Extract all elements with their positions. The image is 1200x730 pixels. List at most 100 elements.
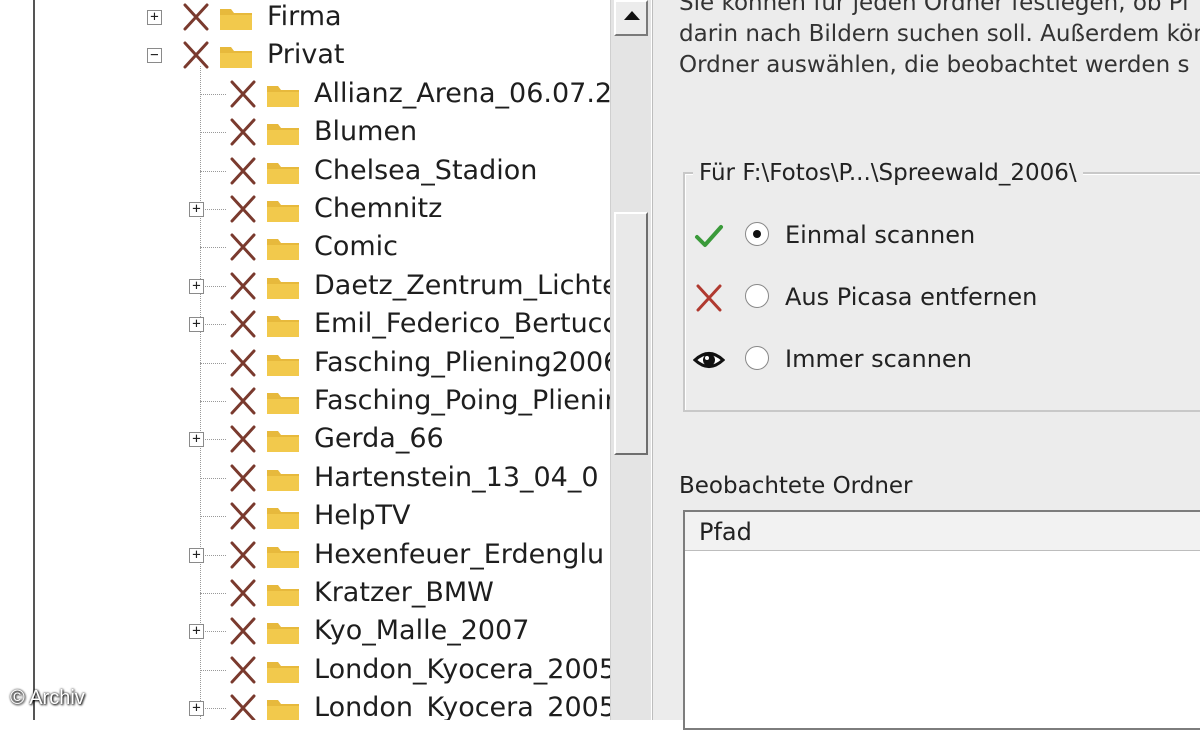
tree-item[interactable]: HelpTV — [35, 497, 610, 535]
expand-toggle[interactable]: + — [189, 624, 204, 640]
tree-item[interactable]: Hartenstein_13_04_0 — [35, 459, 610, 497]
tree-item-label: Privat — [267, 39, 345, 71]
folder-icon — [267, 239, 299, 261]
tree-item-label: Chemnitz — [314, 193, 443, 224]
tree-item[interactable]: Comic — [35, 228, 610, 266]
folder-icon — [267, 469, 299, 491]
tree-item-label: Fasching_Pliening2006 — [314, 346, 610, 378]
excluded-x-icon — [230, 502, 256, 530]
tree-item-label: Hartenstein_13_04_0 — [314, 461, 599, 493]
column-header-path[interactable]: Pfad — [685, 512, 1200, 551]
tree-item[interactable]: + Daetz_Zentrum_Lichte — [35, 267, 610, 305]
excluded-x-icon — [230, 617, 256, 645]
tree-guide-line — [200, 170, 226, 172]
tree-item[interactable]: + London_Kyocera_2005 — [35, 689, 610, 720]
excluded-x-icon — [230, 349, 256, 377]
tree-item[interactable]: + Kyo_Malle_2007 — [35, 612, 610, 650]
folder-tree[interactable]: + Firma − Privat Allianz_Arena_06.07.2 Blumen… — [35, 0, 610, 720]
tree-item-label: Chelsea_Stadion — [314, 154, 538, 186]
expand-toggle[interactable]: − — [147, 48, 162, 64]
tree-item-label: Kratzer_BMW — [314, 577, 494, 608]
folder-icon — [267, 124, 299, 146]
excluded-x-icon — [230, 310, 256, 338]
tree-guide-line — [200, 362, 226, 364]
radio-always-scan[interactable] — [745, 346, 769, 370]
tree-item[interactable]: Chelsea_Stadion — [35, 152, 610, 190]
tree-item-label: Hexenfeuer_Erdenglu — [314, 538, 605, 570]
option-always-scan[interactable]: Immer scannen — [693, 342, 1173, 376]
folder-icon — [267, 316, 299, 338]
tree-item[interactable]: Kratzer_BMW — [35, 574, 610, 612]
description-text: Sie können für jeden Ordner festlegen, o… — [679, 0, 1200, 81]
folder-icon — [267, 700, 299, 720]
tree-guide-line — [200, 516, 226, 518]
description-line: Sie können für jeden Ordner festlegen, o… — [679, 0, 1189, 16]
folder-options-panel: Sie können für jeden Ordner festlegen, o… — [652, 0, 1200, 730]
excluded-x-icon — [230, 464, 256, 492]
tree-guide-line — [200, 477, 226, 479]
excluded-x-icon — [230, 272, 256, 300]
checkmark-icon — [695, 225, 723, 247]
folder-icon — [267, 508, 299, 530]
excluded-x-icon — [230, 656, 256, 684]
expand-toggle[interactable]: + — [189, 701, 204, 717]
tree-item[interactable]: London_Kyocera_2005 — [35, 651, 610, 689]
expand-toggle[interactable]: + — [189, 278, 204, 294]
tree-guide-line — [200, 669, 226, 671]
tree-item[interactable]: Fasching_Poing_Plienir — [35, 382, 610, 420]
tree-item[interactable]: Fasching_Pliening2006 — [35, 344, 610, 382]
tree-guide-line — [200, 401, 226, 402]
expand-toggle[interactable]: + — [189, 317, 204, 333]
tree-guide-line — [200, 93, 226, 95]
excluded-x-icon — [230, 694, 256, 720]
tree-item-label: Kyo_Malle_2007 — [314, 615, 530, 647]
tree-item[interactable]: − Privat — [35, 36, 610, 74]
folder-icon — [267, 85, 299, 107]
scroll-thumb[interactable] — [614, 212, 648, 455]
tree-item-label: Firma — [267, 1, 342, 32]
folder-icon — [267, 393, 299, 414]
tree-item[interactable]: + Gerda_66 — [35, 420, 610, 458]
folder-icon — [267, 431, 299, 453]
excluded-x-icon — [230, 118, 256, 146]
folder-icon — [267, 661, 299, 683]
tree-item-label: London_Kyocera_2005 — [314, 692, 610, 720]
folder-icon — [220, 47, 252, 69]
tree-item[interactable]: + Emil_Federico_Bertucc — [35, 305, 610, 343]
excluded-x-icon — [230, 157, 256, 185]
expand-toggle[interactable]: + — [147, 10, 162, 25]
folder-icon — [220, 9, 252, 30]
radio-remove-from-picasa[interactable] — [745, 284, 769, 308]
tree-item-label: Blumen — [314, 116, 418, 148]
tree-item[interactable]: Blumen — [35, 113, 610, 151]
expand-toggle[interactable]: + — [189, 432, 204, 448]
watched-folders-list[interactable]: Pfad — [683, 510, 1200, 730]
option-scan-once[interactable]: Einmal scannen — [693, 218, 1173, 252]
scroll-up-button[interactable] — [614, 0, 648, 36]
description-line: Ordner auswählen, die beobachtet werden … — [679, 52, 1190, 78]
tree-item[interactable]: + Firma — [35, 0, 610, 36]
tree-item[interactable]: + Hexenfeuer_Erdenglu — [35, 536, 610, 574]
tree-scrollbar[interactable] — [610, 0, 651, 720]
description-line: darin nach Bildern suchen soll. Außerdem… — [679, 21, 1200, 47]
excluded-x-icon — [230, 579, 256, 607]
tree-item-label: Allianz_Arena_06.07.2 — [314, 77, 610, 109]
excluded-x-icon — [183, 3, 209, 31]
folder-icon — [267, 354, 299, 376]
tree-item-label: London_Kyocera_2005 — [314, 653, 610, 685]
tree-item-label: HelpTV — [314, 500, 411, 532]
excluded-x-icon — [183, 41, 209, 69]
folder-icon — [267, 162, 299, 184]
tree-guide-line — [200, 593, 226, 594]
radio-scan-once[interactable] — [745, 222, 769, 246]
tree-item[interactable]: Allianz_Arena_06.07.2 — [35, 75, 610, 113]
eye-icon — [693, 352, 725, 368]
expand-toggle[interactable]: + — [189, 547, 204, 563]
option-remove-from-picasa[interactable]: Aus Picasa entfernen — [693, 280, 1173, 314]
expand-toggle[interactable]: + — [189, 202, 204, 217]
excluded-x-icon — [230, 387, 256, 415]
tree-item[interactable]: + Chemnitz — [35, 190, 610, 228]
scan-options-legend: Für F:\Fotos\P...\Spreewald_2006\ — [693, 156, 1083, 190]
watched-folders-title: Beobachtete Ordner — [679, 473, 913, 499]
tree-item-label: Emil_Federico_Bertucc — [314, 308, 610, 340]
